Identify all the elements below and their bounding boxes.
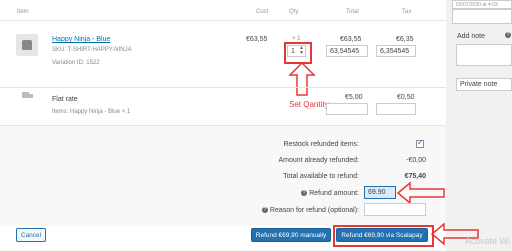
header-cost: Cost	[256, 9, 269, 15]
already-refunded-label: Amount already refunded:	[278, 157, 359, 164]
order-date-box: 02/07/2020 at 4:03	[452, 0, 512, 9]
order-items-panel: Item Cost Qty Total Tax Happy Ninja - Bl…	[0, 0, 446, 251]
product-name-link[interactable]: Happy Ninja - Blue	[52, 36, 110, 43]
row-divider	[0, 87, 446, 88]
refund-amount-input[interactable]: 69.90	[364, 186, 396, 199]
help-icon[interactable]: ?	[505, 32, 512, 39]
cancel-button[interactable]: Cancel	[16, 228, 46, 242]
annotation-set-quantity: Set Qantity	[289, 100, 329, 109]
shipping-total: €5,00	[345, 94, 363, 101]
shipping-refund-input[interactable]	[326, 103, 368, 115]
product-tax: €6,35	[396, 36, 414, 43]
refund-line-total-value: 63,54545	[330, 48, 360, 55]
shipping-tax: €0,50	[397, 94, 415, 101]
product-variation-id: Variation ID: 1522	[52, 60, 100, 66]
restock-label: Restock refunded items:	[283, 141, 359, 148]
sidebar-blank	[452, 9, 512, 24]
product-total: €63,55	[340, 36, 362, 43]
refund-manually-button[interactable]: Refund €69,90 manually	[251, 228, 331, 242]
header-total: Total	[346, 9, 359, 15]
note-type-value: Private note	[460, 81, 498, 88]
help-icon[interactable]: ?	[301, 190, 308, 197]
product-thumbnail	[16, 34, 38, 56]
refund-reason-input[interactable]	[364, 203, 426, 216]
annotation-arrow-left-amount-icon	[396, 181, 445, 205]
product-cost: €63,55	[246, 36, 268, 43]
product-sku: SKU: T-SHIRT-HAPPY-NINJA	[52, 47, 132, 53]
shipping-tax-refund-input[interactable]	[376, 103, 416, 115]
refund-qty-value: 1	[291, 48, 295, 55]
annotation-arrow-up-icon	[288, 62, 316, 96]
section-divider	[0, 125, 446, 126]
stepper-arrows-icon[interactable]: ▲ ▼	[299, 46, 304, 56]
order-date-text: 02/07/2020 at 4:03	[456, 2, 498, 8]
refund-reason-label-text: Reason for refund (optional):	[269, 207, 359, 214]
note-textarea[interactable]	[456, 44, 512, 66]
header-divider	[0, 20, 446, 21]
activate-windows-watermark: Activate Wi	[465, 236, 511, 246]
refund-reason-label: ? Reason for refund (optional):	[261, 207, 359, 214]
available-refund-label: Total available to refund:	[283, 173, 359, 180]
shipping-truck-icon	[22, 92, 33, 98]
add-note-label: Add note	[457, 33, 486, 40]
header-tax: Tax	[402, 9, 412, 15]
order-notes-sidebar: 02/07/2020 at 4:03 Add note ? Private no…	[452, 0, 512, 251]
refund-amount-value: 69.90	[368, 189, 386, 196]
refund-line-tax-input[interactable]: 6,354545	[376, 45, 416, 57]
refund-scalapay-button[interactable]: Refund €69,90 via Scalapay	[336, 228, 428, 242]
note-type-select[interactable]: Private note	[456, 78, 512, 91]
shipping-method-name: Flat rate	[52, 96, 78, 103]
refund-line-tax-value: 6,354545	[380, 48, 410, 55]
header-item: Item	[17, 9, 29, 15]
refund-amount-label-text: Refund amount:	[309, 190, 359, 197]
already-refunded-value: -€0,00	[406, 157, 426, 164]
available-refund-value: €75,40	[404, 173, 426, 180]
shipping-items: Items: Happy Ninja - Blue × 1	[52, 109, 131, 115]
refund-qty-stepper[interactable]: 1 ▲ ▼	[287, 45, 306, 57]
help-icon[interactable]: ?	[261, 207, 268, 214]
refund-line-total-input[interactable]: 63,54545	[326, 45, 368, 57]
header-qty: Qty	[289, 9, 299, 15]
refund-amount-label: ? Refund amount:	[301, 190, 359, 197]
restock-checkbox[interactable]	[416, 138, 424, 148]
